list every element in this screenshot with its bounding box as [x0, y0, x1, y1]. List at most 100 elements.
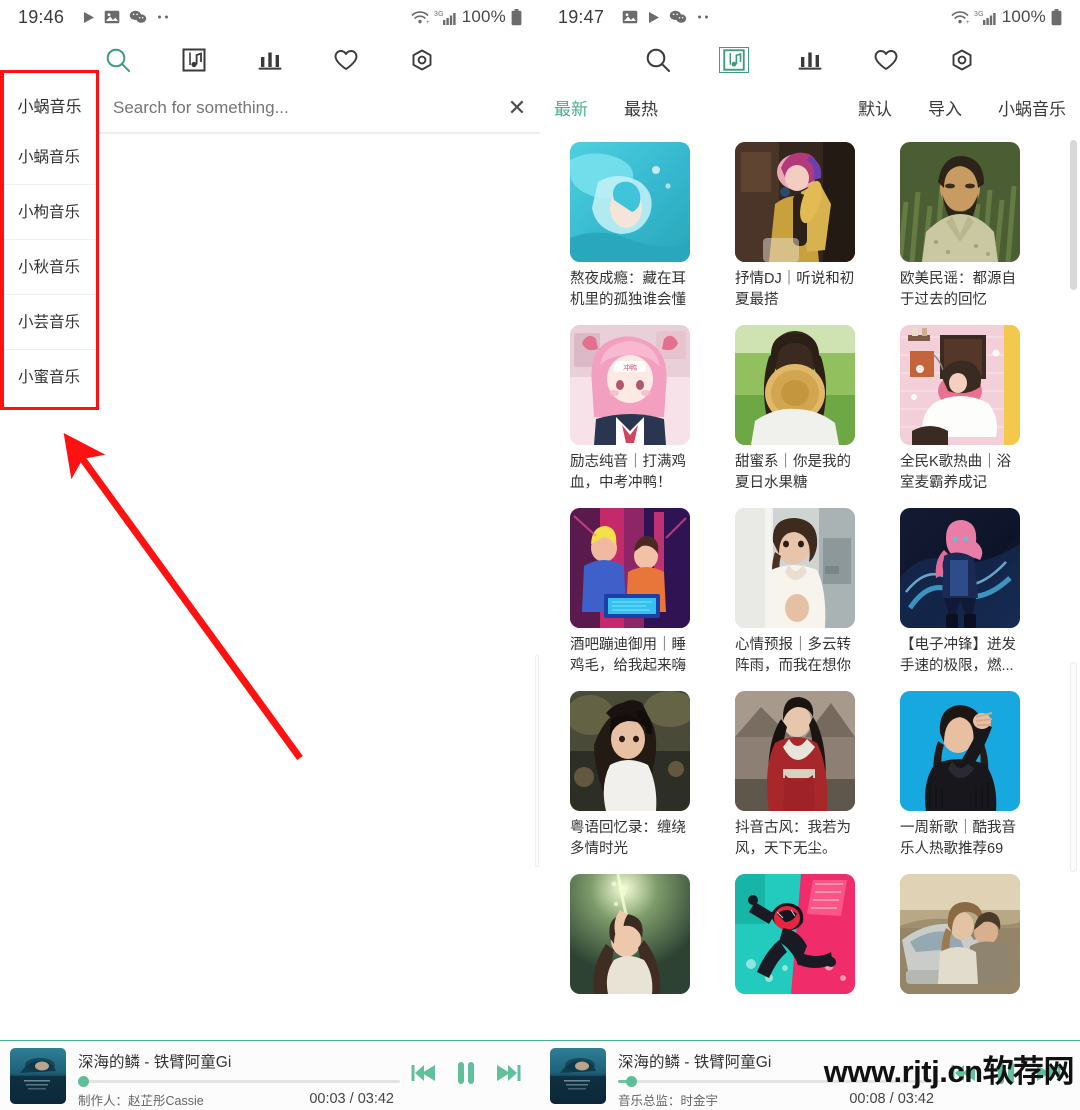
battery-icon: [1051, 8, 1062, 26]
playlist-card[interactable]: 甜蜜系｜你是我的夏日水果糖: [735, 325, 900, 494]
album-art: [10, 1047, 66, 1104]
playlist-thumbnail: [570, 874, 690, 994]
playlist-thumbnail: [735, 325, 855, 445]
close-icon[interactable]: ✕: [494, 82, 540, 134]
more-icon: [696, 14, 712, 20]
album-icon[interactable]: [174, 42, 214, 78]
playlist-thumbnail: [900, 142, 1020, 262]
play-icon: [647, 11, 660, 24]
playlist-thumbnail: [735, 874, 855, 994]
playlist-title: 抒情DJ｜听说和初夏最搭: [735, 271, 855, 308]
playlist-title: 粤语回忆录：缠绕多情时光: [570, 820, 686, 857]
search-icon[interactable]: [638, 42, 678, 78]
search-input[interactable]: [99, 97, 494, 118]
tab-hottest[interactable]: 最热: [624, 95, 658, 120]
chart-icon[interactable]: [790, 42, 830, 78]
left-player-bar: 深海的鳞 - 铁臂阿童Gi 制作人：赵芷彤Cassie 00:03 / 03:4…: [0, 1040, 540, 1110]
playlist-card[interactable]: [735, 874, 900, 1001]
tab-newest[interactable]: 最新: [554, 95, 588, 120]
signal-icon: 3G: [974, 9, 996, 26]
scrollbar-thumb[interactable]: [1070, 140, 1077, 290]
signal-icon: 3G: [434, 9, 456, 26]
svg-text:3G: 3G: [434, 11, 444, 18]
dropdown-item-0[interactable]: 小蜗音乐: [0, 130, 98, 185]
playlist-card[interactable]: 酒吧蹦迪御用｜睡鸡毛，给我起来嗨: [570, 508, 735, 677]
playlist-title: 酒吧蹦迪御用｜睡鸡毛，给我起来嗨: [570, 637, 686, 674]
dropdown-item-4[interactable]: 小蜜音乐: [0, 350, 98, 405]
playlist-title: 一周新歌｜酷我音乐人热歌推荐69: [900, 820, 1016, 857]
playlist-card[interactable]: 冲鸭 励志纯音｜打满鸡血，中考冲鸭！: [570, 325, 735, 494]
dropdown-item-3[interactable]: 小芸音乐: [0, 295, 98, 350]
svg-text:冲鸭: 冲鸭: [623, 363, 637, 372]
playlist-title: 励志纯音｜打满鸡血，中考冲鸭！: [570, 454, 686, 491]
source-dropdown-list: 小蜗音乐 小枸音乐 小秋音乐 小芸音乐 小蜜音乐: [0, 130, 99, 405]
svg-text:+: +: [426, 20, 430, 25]
dropdown-item-2[interactable]: 小秋音乐: [0, 240, 98, 295]
search-row: 小蜗音乐 ✕: [0, 82, 540, 134]
left-icon-toolbar: [0, 34, 540, 82]
search-source-label[interactable]: 小蜗音乐: [0, 82, 99, 134]
playlist-card[interactable]: 心情预报｜多云转阵雨，而我在想你: [735, 508, 900, 677]
tab-source-xiaowo[interactable]: 小蜗音乐: [998, 95, 1066, 120]
album-art: [550, 1047, 606, 1104]
battery-percent: 100%: [1001, 7, 1046, 26]
wechat-icon: [129, 10, 147, 24]
player-time: 00:08 / 03:42: [849, 1091, 934, 1107]
playlist-card[interactable]: 欧美民谣：都源自于过去的回忆: [900, 142, 1065, 311]
playlist-card[interactable]: 粤语回忆录：缠绕多情时光: [570, 691, 735, 860]
previous-icon[interactable]: [410, 1061, 437, 1090]
search-icon[interactable]: [98, 42, 138, 78]
playlist-card[interactable]: 抖音古风：我若为风，天下无尘。: [735, 691, 900, 860]
playlist-title: 抖音古风：我若为风，天下无尘。: [735, 820, 851, 857]
playlist-thumbnail: [735, 691, 855, 811]
playlist-thumbnail: [570, 142, 690, 262]
playlist-card[interactable]: 全民K歌热曲｜浴室麦霸养成记: [900, 325, 1065, 494]
playlist-card[interactable]: 抒情DJ｜听说和初夏最搭: [735, 142, 900, 311]
pause-icon[interactable]: [454, 1060, 478, 1091]
wifi-icon: +: [951, 9, 971, 25]
screenshot-root: 19:46 + 3G 100% 小蜗音乐 Search for somethin…: [0, 0, 1080, 1110]
progress-bar[interactable]: [78, 1075, 400, 1087]
svg-text:3G: 3G: [974, 11, 984, 18]
playlist-card[interactable]: 【电子冲锋】迸发手速的极限，燃...: [900, 508, 1065, 677]
player-subtitle: 制作人：赵芷彤Cassie: [78, 1093, 204, 1108]
svg-text:+: +: [966, 20, 970, 25]
playlist-title: 熬夜成瘾：藏在耳机里的孤独谁会懂: [570, 271, 686, 308]
playlist-thumbnail: [900, 874, 1020, 994]
tab-default[interactable]: 默认: [858, 95, 892, 120]
player-time: 00:03 / 03:42: [309, 1091, 394, 1107]
tab-row: 最新 最热 默认 导入 小蜗音乐: [540, 82, 1080, 132]
heart-icon[interactable]: [326, 42, 366, 78]
album-icon[interactable]: [714, 42, 754, 78]
scrollbar-middle[interactable]: [535, 655, 539, 867]
wifi-icon: +: [411, 9, 431, 25]
image-icon: [622, 10, 638, 24]
playlist-card[interactable]: [900, 874, 1065, 1001]
scrollbar-track-secondary[interactable]: [1070, 662, 1077, 872]
play-icon: [82, 11, 95, 24]
playlist-title: 心情预报｜多云转阵雨，而我在想你: [735, 637, 851, 674]
playlist-title: 甜蜜系｜你是我的夏日水果糖: [735, 454, 851, 491]
playlist-thumbnail: [735, 142, 855, 262]
dropdown-item-1[interactable]: 小枸音乐: [0, 185, 98, 240]
wechat-icon: [669, 10, 687, 24]
playlist-card[interactable]: [570, 874, 735, 1001]
player-track-title: 深海的鳞 - 铁臂阿童Gi: [78, 1053, 232, 1071]
playlist-thumbnail: [900, 325, 1020, 445]
chart-icon[interactable]: [250, 42, 290, 78]
settings-icon[interactable]: [942, 42, 982, 78]
tab-import[interactable]: 导入: [928, 95, 962, 120]
watermark: www.rjtj.cn软荐网: [823, 1054, 1075, 1089]
progress-knob[interactable]: [78, 1075, 89, 1087]
heart-icon[interactable]: [866, 42, 906, 78]
player-info: 深海的鳞 - 铁臂阿童Gi 制作人：赵芷彤Cassie 00:03 / 03:4…: [66, 1047, 400, 1108]
progress-knob[interactable]: [626, 1075, 637, 1087]
playlist-card[interactable]: 熬夜成瘾：藏在耳机里的孤独谁会懂: [570, 142, 735, 311]
playlist-card[interactable]: 一周新歌｜酷我音乐人热歌推荐69: [900, 691, 1065, 860]
settings-icon[interactable]: [402, 42, 442, 78]
playlist-title: 欧美民谣：都源自于过去的回忆: [900, 271, 1016, 308]
more-icon: [156, 14, 172, 20]
playlist-thumbnail: 冲鸭: [570, 325, 690, 445]
playlist-thumbnail: [570, 691, 690, 811]
next-icon[interactable]: [495, 1061, 522, 1090]
